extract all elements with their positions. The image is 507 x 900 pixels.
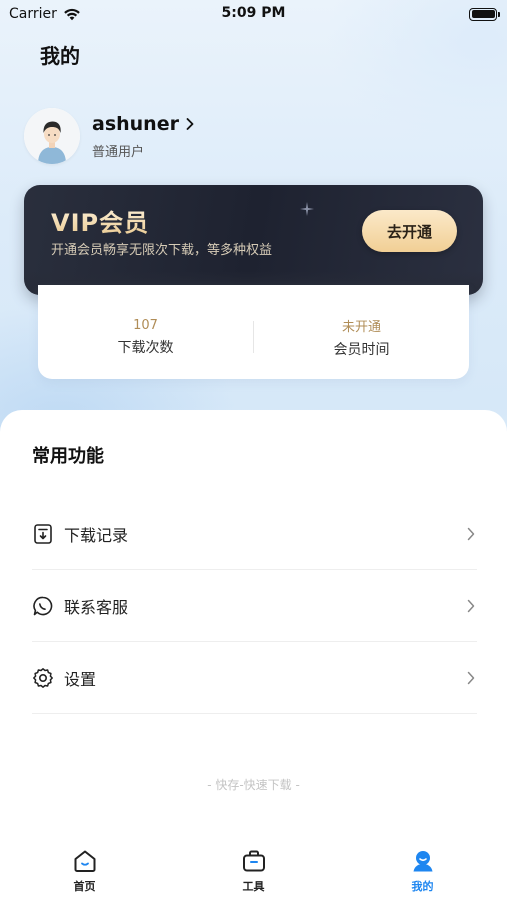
user-level: 普通用户 [92, 144, 145, 160]
tab-bar: 首页 工具 我的 [0, 840, 507, 900]
footer-note: - 快存-快速下载 - [207, 778, 300, 792]
menu-item-label: 下载记录 [64, 525, 129, 545]
chevron-right-icon [467, 527, 475, 540]
profile-text: ashuner 普通用户 [92, 113, 195, 160]
stat-label: 会员时间 [333, 341, 390, 358]
stats-card: 107 下载次数 未开通 会员时间 [38, 285, 469, 379]
battery-fill [471, 10, 495, 18]
section-title: 常用功能 [32, 446, 104, 467]
gear-icon [33, 667, 53, 688]
chat-icon [33, 596, 53, 615]
status-bar: Carrier 5:09 PM [0, 0, 507, 28]
chevron-right-icon [467, 599, 475, 612]
stat-value: 未开通 [341, 319, 381, 335]
tab-tools[interactable]: 工具 [169, 840, 338, 900]
functions-sheet: 常用功能 下载记录 联系客服 设置 - 快存-快速下载 - [0, 410, 507, 840]
tab-label: 工具 [242, 880, 265, 893]
menu-item-label: 设置 [64, 669, 97, 689]
avatar[interactable] [24, 108, 80, 164]
open-vip-button[interactable]: 去开通 [362, 210, 457, 252]
username: ashuner [92, 112, 179, 135]
stat-value: 107 [133, 317, 158, 333]
page-title: 我的 [40, 44, 80, 68]
chevron-right-icon [467, 671, 475, 684]
stat-membership[interactable]: 未开通 会员时间 [254, 306, 469, 359]
wifi-icon [64, 8, 80, 21]
stat-label: 下载次数 [117, 339, 174, 356]
vip-title: VIP会员 [51, 203, 149, 238]
avatar-image [24, 108, 80, 164]
menu-item-settings[interactable]: 设置 [32, 642, 477, 714]
toolbox-icon [242, 850, 265, 872]
tab-label: 我的 [411, 880, 434, 893]
stat-downloads[interactable]: 107 下载次数 [38, 308, 253, 357]
profile-icon [413, 851, 432, 872]
tab-profile[interactable]: 我的 [338, 840, 507, 900]
battery-icon [469, 7, 500, 21]
profile-header[interactable]: ashuner 普通用户 [24, 108, 195, 164]
tab-home[interactable]: 首页 [0, 840, 169, 900]
username-row[interactable]: ashuner [92, 113, 195, 135]
menu-item-contact-support[interactable]: 联系客服 [32, 570, 477, 642]
vip-card[interactable]: VIP会员 开通会员畅享无限次下载，等多种权益 去开通 [24, 185, 483, 295]
tab-label: 首页 [73, 880, 96, 893]
vip-description: 开通会员畅享无限次下载，等多种权益 [51, 243, 273, 258]
chevron-right-icon [186, 117, 194, 130]
menu-item-download-record[interactable]: 下载记录 [32, 498, 477, 570]
download-record-icon [34, 523, 52, 544]
status-left: Carrier [9, 6, 81, 22]
sparkle-icon [300, 202, 314, 216]
menu-item-label: 联系客服 [64, 597, 129, 617]
home-icon [74, 850, 95, 872]
carrier-label: Carrier [9, 6, 57, 22]
